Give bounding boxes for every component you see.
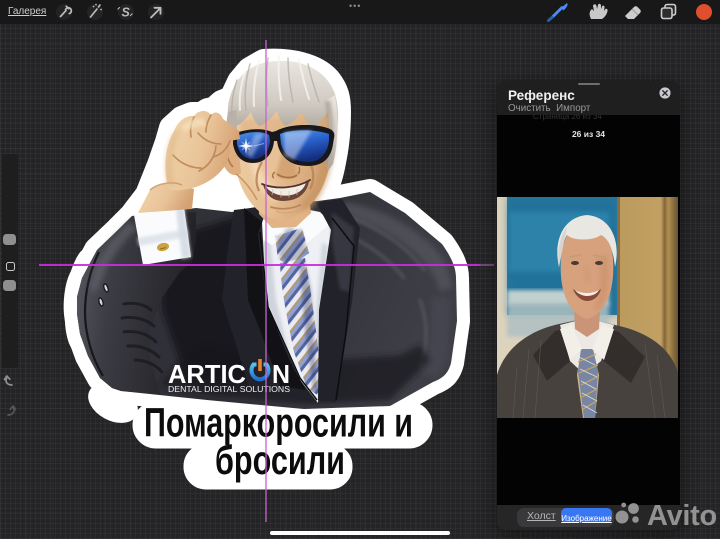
svg-text:Avito: Avito <box>647 500 717 532</box>
svg-text:бросили: бросили <box>215 437 345 483</box>
svg-text:DENTAL DIGITAL SOLUTIONS: DENTAL DIGITAL SOLUTIONS <box>168 384 290 394</box>
